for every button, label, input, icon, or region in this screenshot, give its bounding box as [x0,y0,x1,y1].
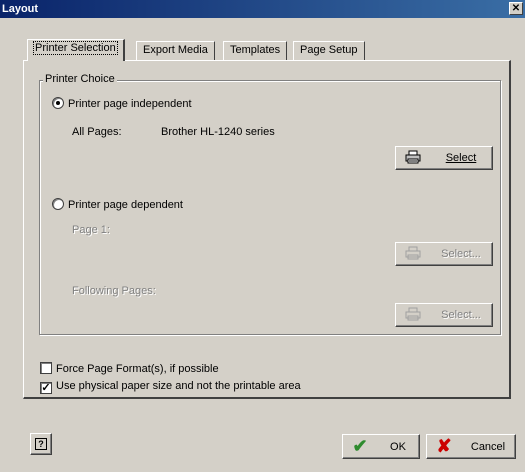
x-icon: ✘ [436,436,452,456]
page1-label: Page 1: [72,224,110,236]
tab-templates[interactable]: Templates [223,41,288,60]
ok-button-label: OK [390,440,406,453]
radio-label: Printer page independent [68,98,192,110]
close-icon: ✕ [511,3,521,14]
select-button-label: Select [445,152,477,164]
checkbox-indicator[interactable]: ✓ [40,382,52,394]
page1-select-label: Select... [441,248,481,260]
radio-label: Printer page dependent [68,199,183,211]
printer-icon [396,246,430,263]
cancel-button-label: Cancel [470,440,506,453]
tab-page-setup[interactable]: Page Setup [293,41,365,60]
tab-label: Printer Selection [35,42,116,54]
window-title: Layout [2,3,39,15]
select-button[interactable]: Select [395,146,493,170]
printer-icon [396,150,430,167]
force-page-format-checkbox[interactable]: Force Page Format(s), if possible [40,362,219,375]
title-bar: Layout ✕ [0,0,525,18]
close-button[interactable]: ✕ [509,2,523,15]
physical-paper-checkbox[interactable]: ✓ Use physical paper size and not the pri… [40,380,301,394]
radio-printer-independent[interactable]: Printer page independent [52,97,192,110]
tab-label: Templates [230,44,281,56]
check-icon: ✔ [352,436,368,456]
checkbox-label: Force Page Format(s), if possible [56,363,219,375]
radio-indicator[interactable] [52,97,64,109]
tab-label: Export Media [143,44,208,56]
radio-printer-dependent[interactable]: Printer page dependent [52,198,183,211]
all-pages-label: All Pages: [72,126,122,138]
following-select-button[interactable]: Select... [395,303,493,327]
checkbox-indicator[interactable] [40,362,52,374]
help-button[interactable]: ? [30,433,52,455]
ok-button[interactable]: ✔ OK [342,434,420,459]
page1-select-button[interactable]: Select... [395,242,493,266]
printer-icon [396,307,430,324]
tab-export-media[interactable]: Export Media [136,41,215,60]
cancel-button[interactable]: ✘ Cancel [426,434,516,459]
help-icon: ? [35,438,47,450]
following-select-label: Select... [441,309,481,321]
radio-indicator[interactable] [52,198,64,210]
tab-printer-selection[interactable]: Printer Selection [27,39,125,61]
checkbox-label: Use physical paper size and not the prin… [56,380,301,392]
printer-choice-label: Printer Choice [43,73,117,85]
following-pages-label: Following Pages: [72,285,156,297]
tab-label: Page Setup [300,44,358,56]
all-pages-printer-value: Brother HL-1240 series [161,126,275,138]
